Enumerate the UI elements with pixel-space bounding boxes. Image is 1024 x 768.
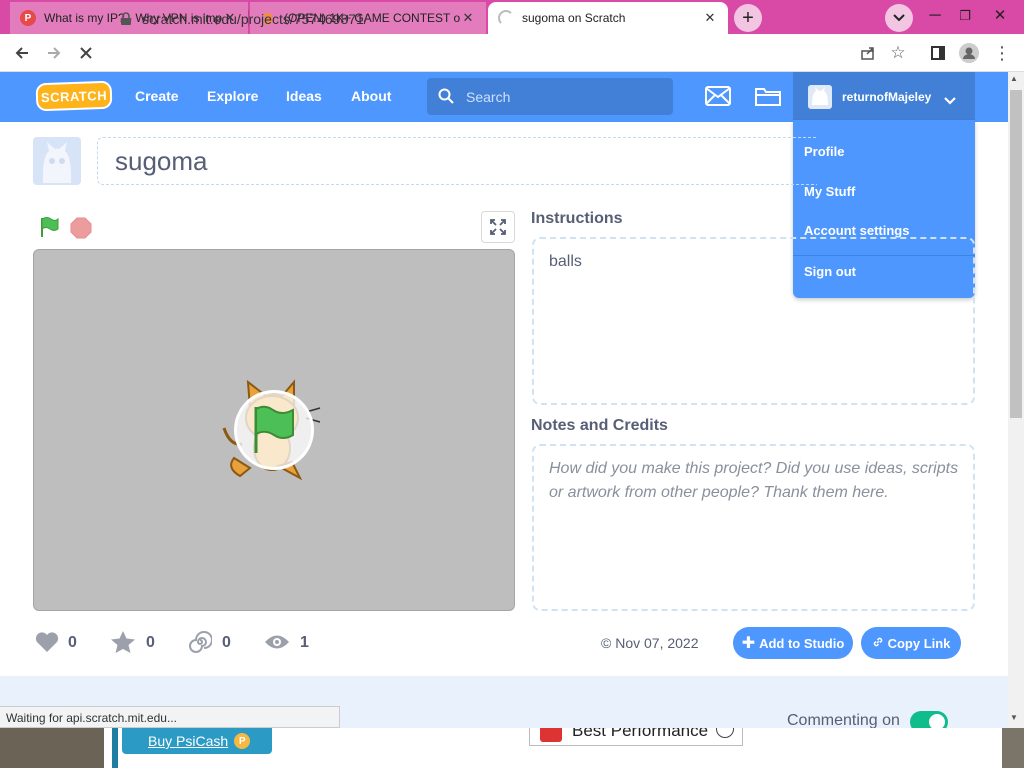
copy-link-label: Copy Link: [887, 635, 951, 651]
kebab-menu-icon[interactable]: ⋮: [992, 34, 1012, 72]
side-panel-icon[interactable]: [926, 34, 950, 72]
scroll-down-arrow-icon[interactable]: ▼: [1010, 713, 1018, 722]
ad-right-image: [1002, 728, 1024, 768]
best-performance-button[interactable]: Best Performance: [529, 728, 743, 746]
stop-sign-icon[interactable]: [70, 217, 92, 244]
psiphon-logo-icon: [540, 728, 562, 742]
best-performance-label: Best Performance: [572, 728, 709, 740]
add-to-studio-label: Add to Studio: [759, 635, 845, 651]
restore-icon[interactable]: ❐: [950, 2, 980, 30]
share-date: © Nov 07, 2022: [601, 635, 699, 651]
ad-left-image: [0, 728, 104, 768]
menu-item-my-stuff[interactable]: My Stuff: [804, 184, 855, 199]
nav-about[interactable]: About: [351, 88, 391, 104]
buy-psicash-button[interactable]: Buy PsiCash P: [122, 728, 272, 754]
scratch-logo[interactable]: SCRATCH: [35, 80, 113, 112]
plus-icon: ✚: [741, 635, 756, 652]
instructions-text: balls: [549, 253, 582, 270]
notes-placeholder: How did you make this project? Did you u…: [549, 460, 959, 501]
green-flag-icon[interactable]: [38, 216, 60, 243]
url-text: scratch.mit.edu/projects/757469871/: [142, 11, 368, 27]
window-close-icon[interactable]: ✕: [980, 2, 1020, 30]
views-eye-icon: [264, 633, 290, 656]
search-placeholder: Search: [466, 89, 511, 105]
nav-explore[interactable]: Explore: [207, 88, 258, 104]
bookmark-star-icon[interactable]: ☆: [886, 34, 910, 72]
search-input[interactable]: [427, 78, 673, 115]
fullscreen-icon: [490, 219, 506, 235]
remix-count: 0: [222, 634, 231, 651]
remix-spiral-icon: [188, 630, 213, 659]
my-stuff-folder-icon[interactable]: [755, 86, 781, 111]
user-avatar: [808, 85, 832, 109]
address-bar[interactable]: scratch.mit.edu/projects/757469871/: [108, 4, 908, 34]
search-icon: [438, 88, 454, 109]
ad-accent-bar: [112, 728, 118, 768]
project-title: sugoma: [115, 146, 208, 176]
instructions-heading: Instructions: [531, 210, 623, 227]
messages-icon[interactable]: [705, 86, 731, 111]
love-heart-icon[interactable]: [35, 631, 59, 658]
chevron-down-icon: [944, 92, 956, 110]
love-count: 0: [68, 634, 77, 651]
scrollbar-thumb[interactable]: [1010, 90, 1022, 418]
notes-heading: Notes and Credits: [531, 417, 668, 434]
scroll-up-arrow-icon[interactable]: ▲: [1010, 74, 1018, 83]
lock-icon: [120, 12, 132, 31]
browser-status-bar: Waiting for api.scratch.mit.edu...: [0, 706, 340, 728]
back-arrow-icon[interactable]: [8, 34, 36, 72]
psicash-coin-icon: P: [234, 733, 251, 749]
info-icon[interactable]: [716, 728, 734, 738]
username-label: returnofMajeley: [842, 90, 932, 104]
link-icon: [872, 636, 884, 651]
fullscreen-button[interactable]: [481, 211, 515, 243]
forward-arrow-icon[interactable]: [40, 34, 68, 72]
minimize-icon[interactable]: ─: [920, 2, 950, 30]
copy-link-button[interactable]: Copy Link: [861, 627, 961, 659]
menu-item-account-settings[interactable]: Account settings: [804, 223, 909, 238]
instructions-box[interactable]: [532, 237, 975, 405]
stop-loading-icon[interactable]: [72, 34, 100, 72]
start-flag-icon: [251, 405, 297, 460]
project-author-avatar[interactable]: [33, 137, 81, 185]
buy-psicash-label: Buy PsiCash: [148, 733, 229, 749]
view-count: 1: [300, 634, 309, 651]
favorite-count: 0: [146, 634, 155, 651]
favorite-star-icon[interactable]: [110, 630, 136, 659]
profile-avatar-icon[interactable]: [956, 34, 982, 72]
psiphon-favicon-icon: P: [20, 10, 36, 26]
share-icon[interactable]: [856, 34, 880, 72]
add-to-studio-button[interactable]: ✚ Add to Studio: [733, 627, 853, 659]
nav-ideas[interactable]: Ideas: [286, 88, 322, 104]
nav-create[interactable]: Create: [135, 88, 179, 104]
